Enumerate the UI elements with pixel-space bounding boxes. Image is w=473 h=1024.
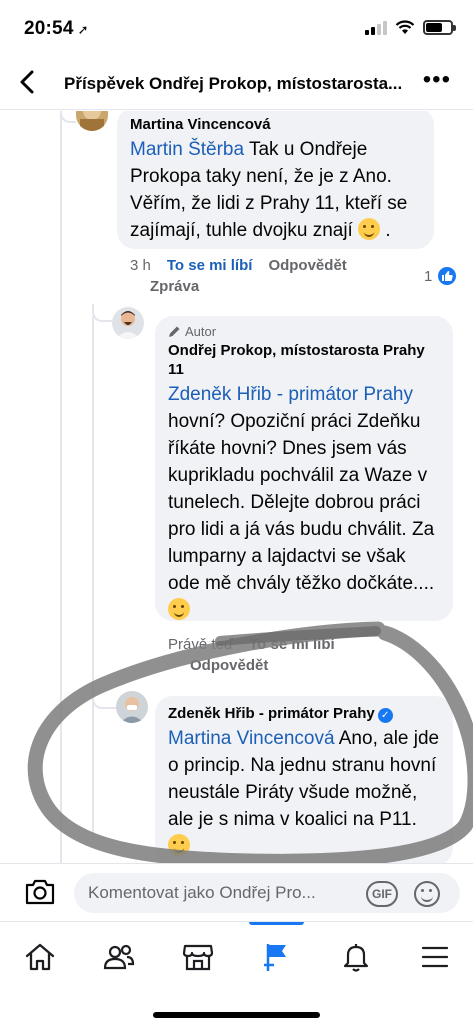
comment-bubble: Autor Ondřej Prokop, místostarosta Prahy… xyxy=(155,316,453,621)
more-options-icon[interactable]: ••• xyxy=(423,66,451,94)
comment-bubble: Martina Vincencová Martin Štěrba Tak u O… xyxy=(117,111,434,249)
location-arrow-icon: ➚ xyxy=(77,22,89,37)
like-button[interactable]: To se mi líbí xyxy=(167,257,253,274)
message-link: Zpráva xyxy=(150,278,215,295)
comment-actions: 3 h To se mi líbí Odpovědět xyxy=(130,257,363,274)
cellular-signal-icon xyxy=(365,20,387,35)
mention-link[interactable]: Martin Štěrba xyxy=(130,139,244,160)
battery-icon xyxy=(423,20,456,35)
message-button[interactable]: Zpráva xyxy=(150,278,199,295)
verified-badge-icon: ✓ xyxy=(377,708,393,723)
reactions-count: 1 xyxy=(424,267,433,285)
post-header: Příspěvek Ondřej Prokop, místostarosta..… xyxy=(0,58,473,110)
comment-composer: Komentovat jako Ondřej Pro... GIF xyxy=(0,863,473,921)
comment-thread: Martina Vincencová Martin Štěrba Tak u O… xyxy=(0,111,473,863)
mention-link[interactable]: Martina Vincencová xyxy=(168,728,335,749)
nav-pages[interactable] xyxy=(237,922,316,992)
reply-link: Odpovědět xyxy=(190,657,284,674)
status-bar: 20:54 ➚ xyxy=(0,0,473,58)
nav-friends[interactable] xyxy=(79,922,158,992)
wifi-icon xyxy=(395,20,415,34)
home-icon xyxy=(25,943,54,971)
thumbs-up-icon xyxy=(436,265,459,287)
emoji-picker-icon[interactable] xyxy=(414,881,440,907)
pencil-icon xyxy=(169,326,180,337)
avatar[interactable] xyxy=(76,111,108,131)
wink-emoji-icon xyxy=(168,598,190,620)
comment-bubble: Zdeněk Hřib - primátor Prahy ✓ Martina Vi… xyxy=(155,696,453,863)
comment-time: 3 h xyxy=(130,257,151,274)
comment-text: Martin Štěrba Tak u Ondřeje Prokopa taky… xyxy=(130,139,408,241)
author-badge: Autor xyxy=(168,324,440,339)
nav-notifications[interactable] xyxy=(316,922,395,992)
reply-button[interactable]: Odpovědět xyxy=(268,257,346,274)
comment-author[interactable]: Zdeněk Hřib - primátor Prahy ✓ xyxy=(168,704,440,723)
comment-text: Zdeněk Hřib - primátor Prahy hovní? Opoz… xyxy=(168,381,440,624)
comment-input[interactable]: Komentovat jako Ondřej Pro... xyxy=(74,873,460,913)
like-button[interactable]: To se mi líbí xyxy=(249,636,335,653)
friends-icon xyxy=(103,944,134,970)
comment-author[interactable]: Martina Vincencová xyxy=(130,115,421,134)
nav-marketplace[interactable] xyxy=(158,922,237,992)
home-indicator xyxy=(153,1012,320,1018)
marketplace-icon xyxy=(182,944,213,971)
nav-menu[interactable] xyxy=(395,922,473,992)
wink-emoji-icon xyxy=(358,218,381,240)
status-time: 20:54 ➚ xyxy=(24,18,89,39)
reply-button[interactable]: Odpovědět xyxy=(190,657,268,674)
avatar[interactable] xyxy=(116,691,148,723)
menu-icon xyxy=(421,946,448,968)
smile-emoji-icon xyxy=(168,834,190,856)
nav-home[interactable] xyxy=(0,922,79,992)
comment-author[interactable]: Ondřej Prokop, místostarosta Prahy 11 xyxy=(168,341,440,379)
notifications-bell-icon xyxy=(343,944,368,972)
avatar[interactable] xyxy=(112,307,144,339)
reactions-summary[interactable]: 1 xyxy=(424,265,459,287)
back-icon[interactable] xyxy=(18,68,36,101)
gif-button[interactable]: GIF xyxy=(366,881,398,907)
page-title: Příspěvek Ondřej Prokop, místostarosta..… xyxy=(64,74,403,93)
bottom-navigation xyxy=(0,921,473,1024)
pages-flag-icon xyxy=(263,944,286,971)
mention-link[interactable]: Zdeněk Hřib - primátor Prahy xyxy=(168,384,413,405)
comment-actions: Právě teď To se mi líbí xyxy=(168,636,351,653)
camera-icon[interactable] xyxy=(24,878,56,906)
comment-text: Martina Vincencová Ano, ale jde o princi… xyxy=(168,725,440,860)
comment-time: Právě teď xyxy=(168,636,234,653)
